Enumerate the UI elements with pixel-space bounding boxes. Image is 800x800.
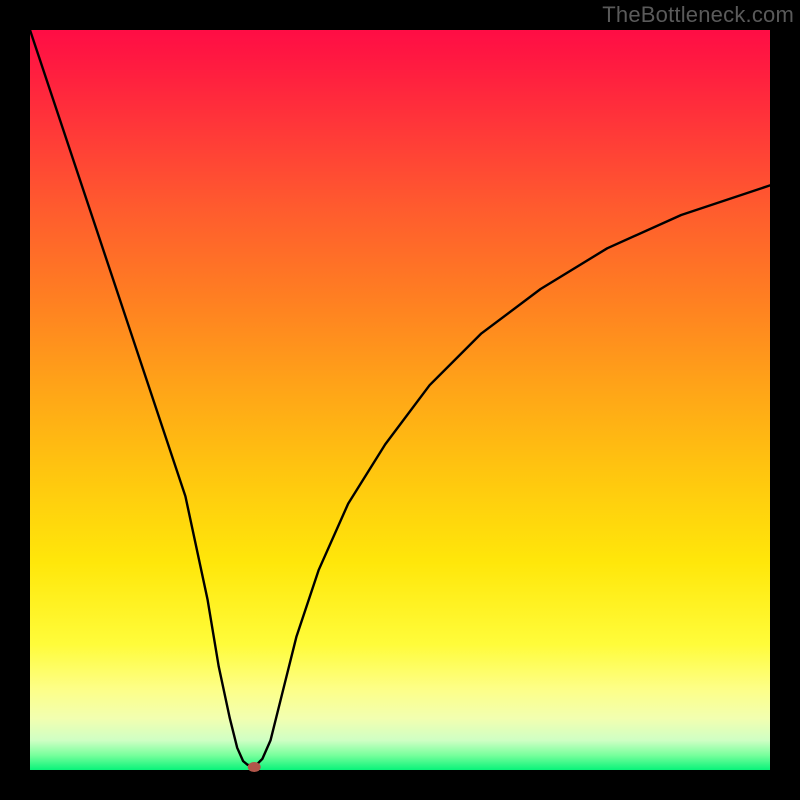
chart-frame: TheBottleneck.com — [0, 0, 800, 800]
bottleneck-curve — [30, 30, 770, 766]
curve-layer — [30, 30, 770, 770]
plot-area — [30, 30, 770, 770]
watermark-text: TheBottleneck.com — [602, 2, 794, 28]
optimum-marker — [248, 762, 261, 772]
